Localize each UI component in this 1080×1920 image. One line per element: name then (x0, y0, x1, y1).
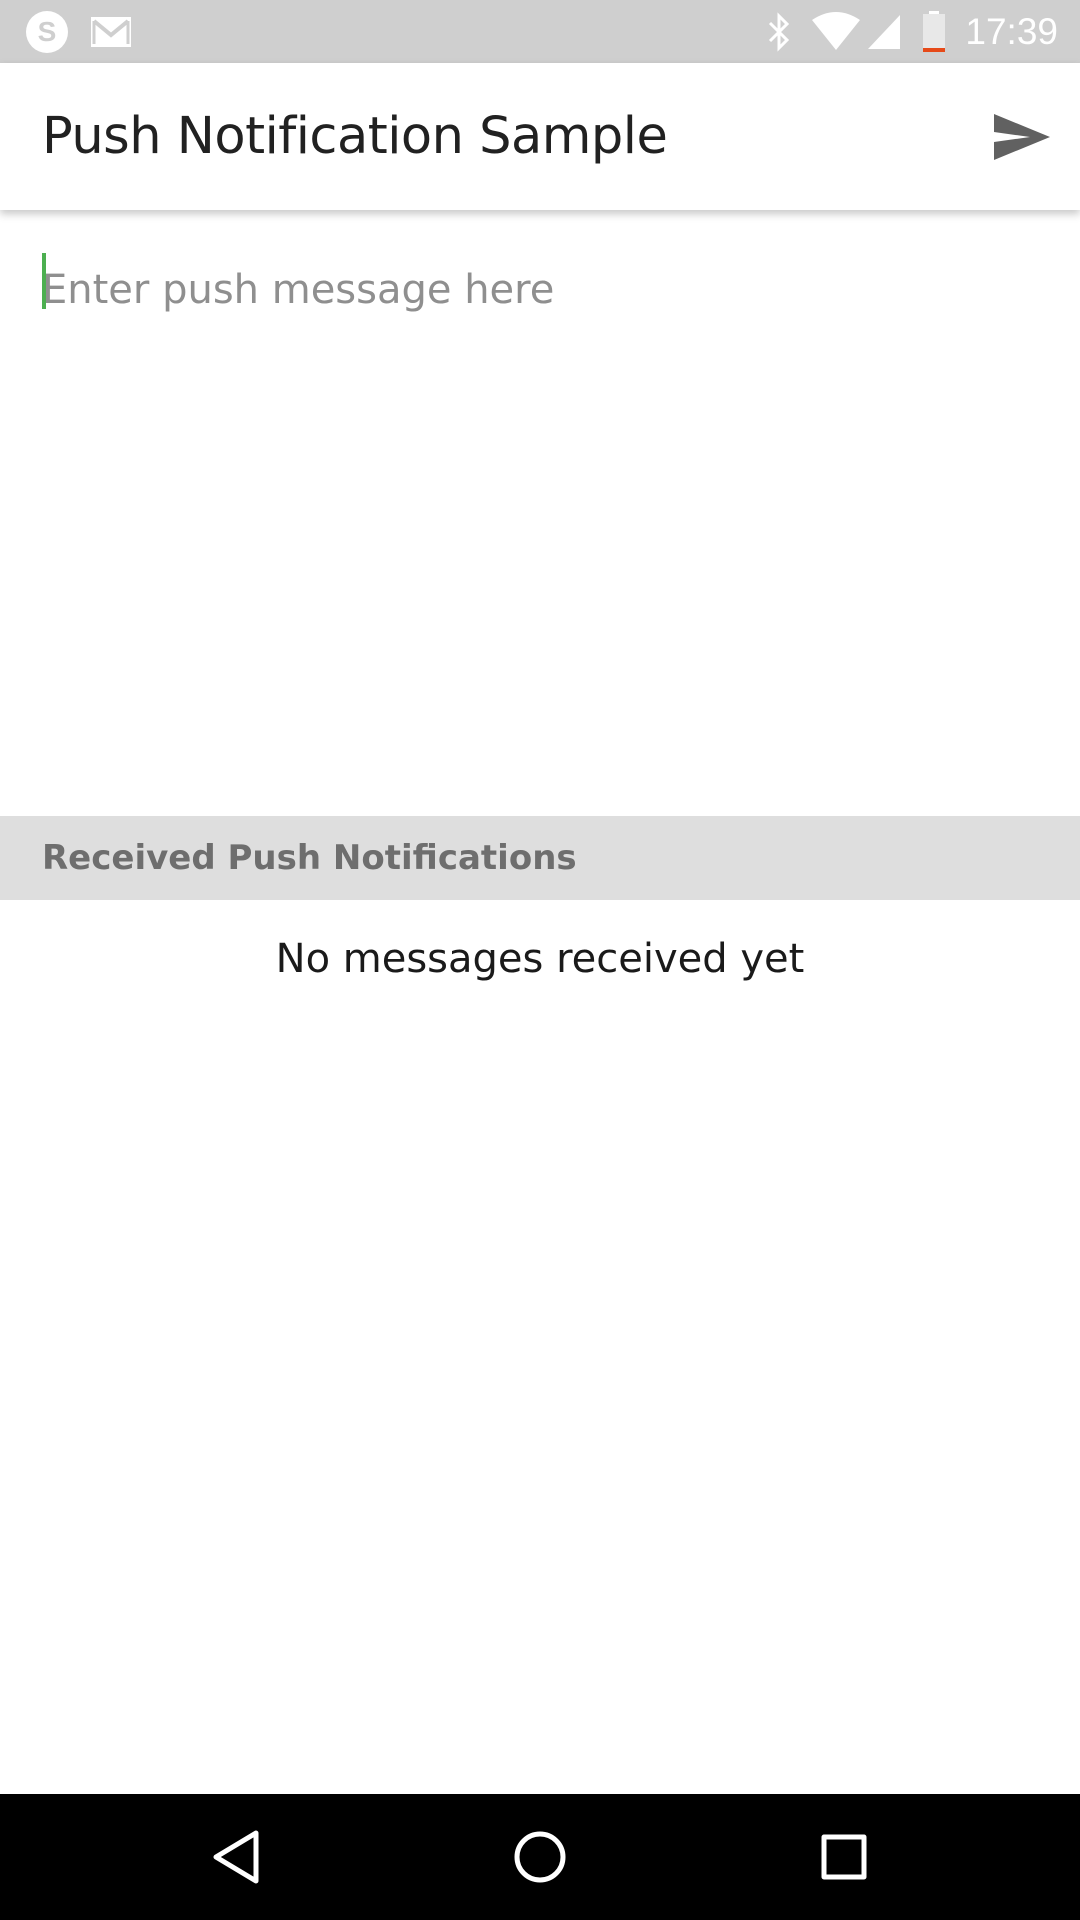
received-section-header: Received Push Notifications (0, 816, 1080, 900)
empty-state-text: No messages received yet (275, 936, 805, 982)
recents-button[interactable] (784, 1794, 904, 1920)
battery-level (923, 47, 945, 52)
section-header-label: Received Push Notifications (42, 838, 577, 878)
back-icon (210, 1829, 262, 1885)
send-button[interactable] (984, 99, 1060, 175)
text-cursor (42, 253, 46, 309)
push-message-input[interactable] (42, 250, 1042, 330)
page-title: Push Notification Sample (42, 107, 668, 166)
navigation-bar (0, 1794, 1080, 1920)
status-bar: S 17:39 (0, 0, 1080, 63)
signal-icon (864, 0, 904, 63)
bluetooth-icon (762, 0, 798, 63)
app-bar: Push Notification Sample (0, 63, 1080, 210)
skype-icon: S (22, 0, 72, 63)
back-button[interactable] (176, 1794, 296, 1920)
status-time: 17:39 (965, 11, 1058, 52)
svg-text:S: S (38, 16, 57, 47)
recents-icon (820, 1833, 868, 1881)
home-icon (512, 1829, 568, 1885)
compose-area (0, 210, 1080, 816)
send-icon (992, 112, 1052, 162)
home-button[interactable] (480, 1794, 600, 1920)
gmail-icon (88, 0, 134, 63)
wifi-icon (808, 0, 864, 63)
battery-icon (918, 0, 950, 63)
messages-list: No messages received yet (0, 900, 1080, 1794)
